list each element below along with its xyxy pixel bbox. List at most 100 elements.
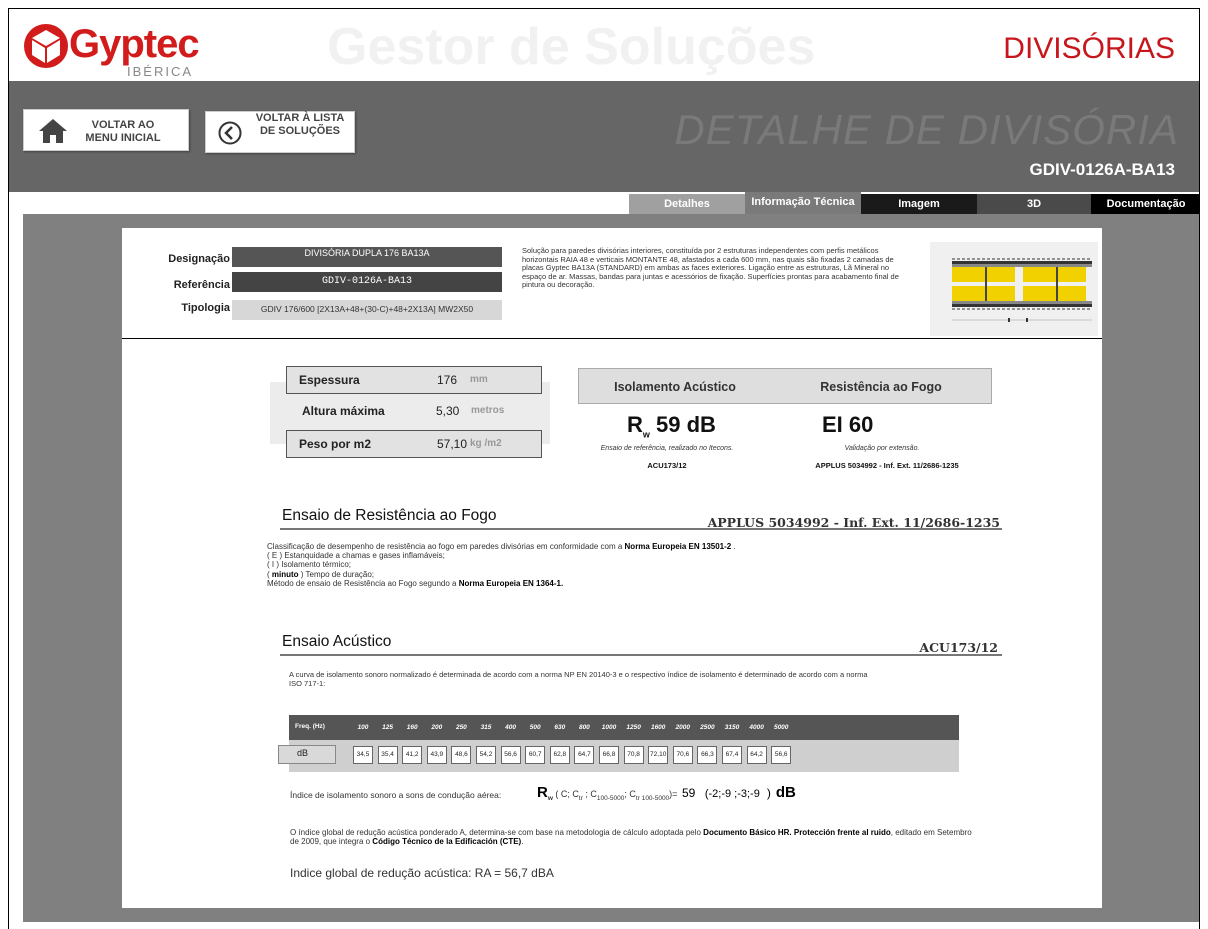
designation-label: Designação xyxy=(168,253,230,265)
reference-label: Referência xyxy=(173,279,230,291)
db-value-cell: 67,4 xyxy=(722,746,742,764)
index-terms-3s: tr 100-5000 xyxy=(635,794,670,802)
height-row: Altura máxima 5,30 metros xyxy=(290,398,546,424)
db-value-cell: 64,7 xyxy=(574,746,595,764)
nav-band: VOLTAR AO MENU INICIAL VOLTAR À LISTA DE… xyxy=(9,81,1199,192)
height-value: 5,30 xyxy=(436,404,460,418)
tab-details[interactable]: Detalhes xyxy=(629,194,745,214)
brand-sub: IBÉRICA xyxy=(127,64,194,79)
back-to-list-label-1: VOLTAR À LISTA xyxy=(255,112,345,124)
db-value-cell: 70,6 xyxy=(672,746,693,764)
acoustic-section-underline xyxy=(280,654,1002,656)
fire-header: Resistência ao Fogo xyxy=(820,380,942,394)
index-terms-3: ; C xyxy=(624,789,636,799)
thickness-value: 176 xyxy=(437,373,458,387)
back-to-menu-label: VOLTAR AO MENU INICIAL xyxy=(82,119,164,145)
global-text-d: Código Técnico de la Edificación (CTE) xyxy=(372,837,522,847)
frequency-cell: 1000 xyxy=(601,724,617,731)
index-close: ) xyxy=(766,786,771,800)
global-text-e: . xyxy=(521,837,524,847)
tab-image[interactable]: Imagem xyxy=(861,194,977,214)
frequency-cell: 630 xyxy=(554,724,566,731)
index-correction: (-2;-9 ;-3;-9 xyxy=(704,788,760,800)
detail-title: DETALHE DE DIVISÓRIA xyxy=(674,106,1179,153)
fire-ref: APPLUS 5034992 - Inf. Ext. 11/2686-1235 xyxy=(815,461,959,470)
fire-text-5b: Norma Europeia EN 1364-1. xyxy=(458,578,564,588)
gyptec-logo[interactable]: Gyptec IBÉRICA xyxy=(23,21,213,79)
frequency-cell: 5000 xyxy=(773,724,789,731)
global-reduction-value: Indice global de redução acústica: RA = … xyxy=(290,866,554,880)
db-value-cell: 56,6 xyxy=(771,746,792,764)
frequency-cell: 500 xyxy=(529,724,541,731)
db-values-row: 34,5 35,4 41,2 43,9 48,6 54,2 56,6 60,7 62,8 64,7… xyxy=(289,740,959,772)
fire-section-underline xyxy=(280,528,1002,530)
acoustic-ref: ACU173/12 xyxy=(647,461,687,470)
ei-value: EI 60 xyxy=(822,412,874,437)
performance-header: Isolamento Acústico Resistência ao Fogo xyxy=(578,368,992,404)
db-value-cell: 64,2 xyxy=(746,746,767,764)
acoustic-section-ref: ACU173/12 xyxy=(919,640,998,655)
wall-section-drawing[interactable] xyxy=(930,242,1098,336)
frequency-cell: 2000 xyxy=(675,724,691,731)
tab-documentation[interactable]: Documentação xyxy=(1091,194,1199,214)
db-value-cell: 43,9 xyxy=(426,746,447,764)
thickness-label: Espessura xyxy=(299,373,360,387)
index-terms-1: ( C; C xyxy=(555,789,579,799)
fire-text-2: ( E ) Estanquidade a chamas e gases infl… xyxy=(267,551,445,561)
frequency-cell: 100 xyxy=(357,724,369,731)
frequency-cell: 1600 xyxy=(650,724,666,731)
frequency-cell: 800 xyxy=(578,724,590,731)
page-frame: Gyptec IBÉRICA Gestor de Soluções DIVISÓ… xyxy=(8,8,1200,929)
db-value-cell: 54,2 xyxy=(476,746,496,764)
home-icon xyxy=(39,119,67,143)
acoustic-note: Ensaio de referência, realizado no Iteco… xyxy=(600,445,734,452)
app-title: Gestor de Soluções xyxy=(327,18,816,76)
frequency-cell: 160 xyxy=(406,724,418,731)
db-value-cell: 34,5 xyxy=(353,746,373,764)
rw-symbol-letter: R xyxy=(627,412,643,437)
db-value-cell: 66,8 xyxy=(599,746,619,764)
frequency-cell: 1250 xyxy=(626,724,641,731)
back-to-list-button[interactable]: VOLTAR À LISTA DE SOLUÇÕES xyxy=(205,111,355,153)
fire-section-title: Ensaio de Resistência ao Fogo xyxy=(282,507,497,524)
designation-value: DIVISÓRIA DUPLA 176 BA13A xyxy=(232,247,502,267)
tab-3d[interactable]: 3D xyxy=(977,194,1091,214)
frequency-cell: 4000 xyxy=(749,724,764,731)
db-value-cell: 48,6 xyxy=(451,746,472,764)
frequency-cell: 200 xyxy=(431,724,443,731)
rw-symbol: Rw xyxy=(627,412,650,447)
index-terms-2s: 100-5000 xyxy=(596,794,625,802)
db-value-cell: 66,3 xyxy=(697,746,718,764)
fire-section-text: Classificação de desempenho de resistênc… xyxy=(267,542,967,588)
fire-text-1c: . xyxy=(731,542,736,551)
solution-description: Solução para paredes divisórias interior… xyxy=(522,246,899,290)
index-formula: Rw ( C; Ctr ; C100-5000; Ctr 100-5000)= … xyxy=(537,784,796,802)
index-unit: dB xyxy=(775,784,796,801)
typology-label: Tipologia xyxy=(181,302,230,314)
global-reduction-text: O índice global de redução acústica pond… xyxy=(290,828,980,846)
cube-logo-icon xyxy=(24,24,68,68)
brand-name: Gyptec xyxy=(69,22,200,66)
db-row-label: dB xyxy=(278,745,336,764)
fire-text-4c: ) Tempo de duração; xyxy=(298,569,375,579)
index-terms-2: ; C xyxy=(582,789,597,799)
tab-technical-info[interactable]: Informação Técnica xyxy=(745,192,861,214)
db-value-cell: 62,8 xyxy=(549,746,570,764)
weight-row: Peso por m2 57,10 kg /m2 xyxy=(286,430,542,458)
frequency-cell: 400 xyxy=(505,724,517,731)
section-title: DIVISÓRIAS xyxy=(1003,32,1175,65)
db-value-cell: 60,7 xyxy=(525,746,546,764)
fire-text-3: ( I ) Isolamento térmico; xyxy=(267,560,352,570)
weight-value: 57,10 xyxy=(437,437,468,451)
thickness-unit: mm xyxy=(470,374,488,385)
tab-bar: Detalhes Informação Técnica Imagem 3D Do… xyxy=(9,192,1199,214)
back-to-menu-label-1: VOLTAR AO xyxy=(91,119,155,131)
db-value-cell: 41,2 xyxy=(402,746,423,764)
back-to-list-label-2: DE SOLUÇÕES xyxy=(259,125,341,137)
acoustic-header: Isolamento Acústico xyxy=(614,380,736,394)
fire-text-4b: minuto xyxy=(271,569,299,579)
thickness-row: Espessura 176 mm xyxy=(286,366,542,394)
rw-symbol-sub: w xyxy=(642,429,650,440)
back-to-menu-button[interactable]: VOLTAR AO MENU INICIAL xyxy=(23,109,189,151)
index-value: 59 xyxy=(681,786,696,800)
